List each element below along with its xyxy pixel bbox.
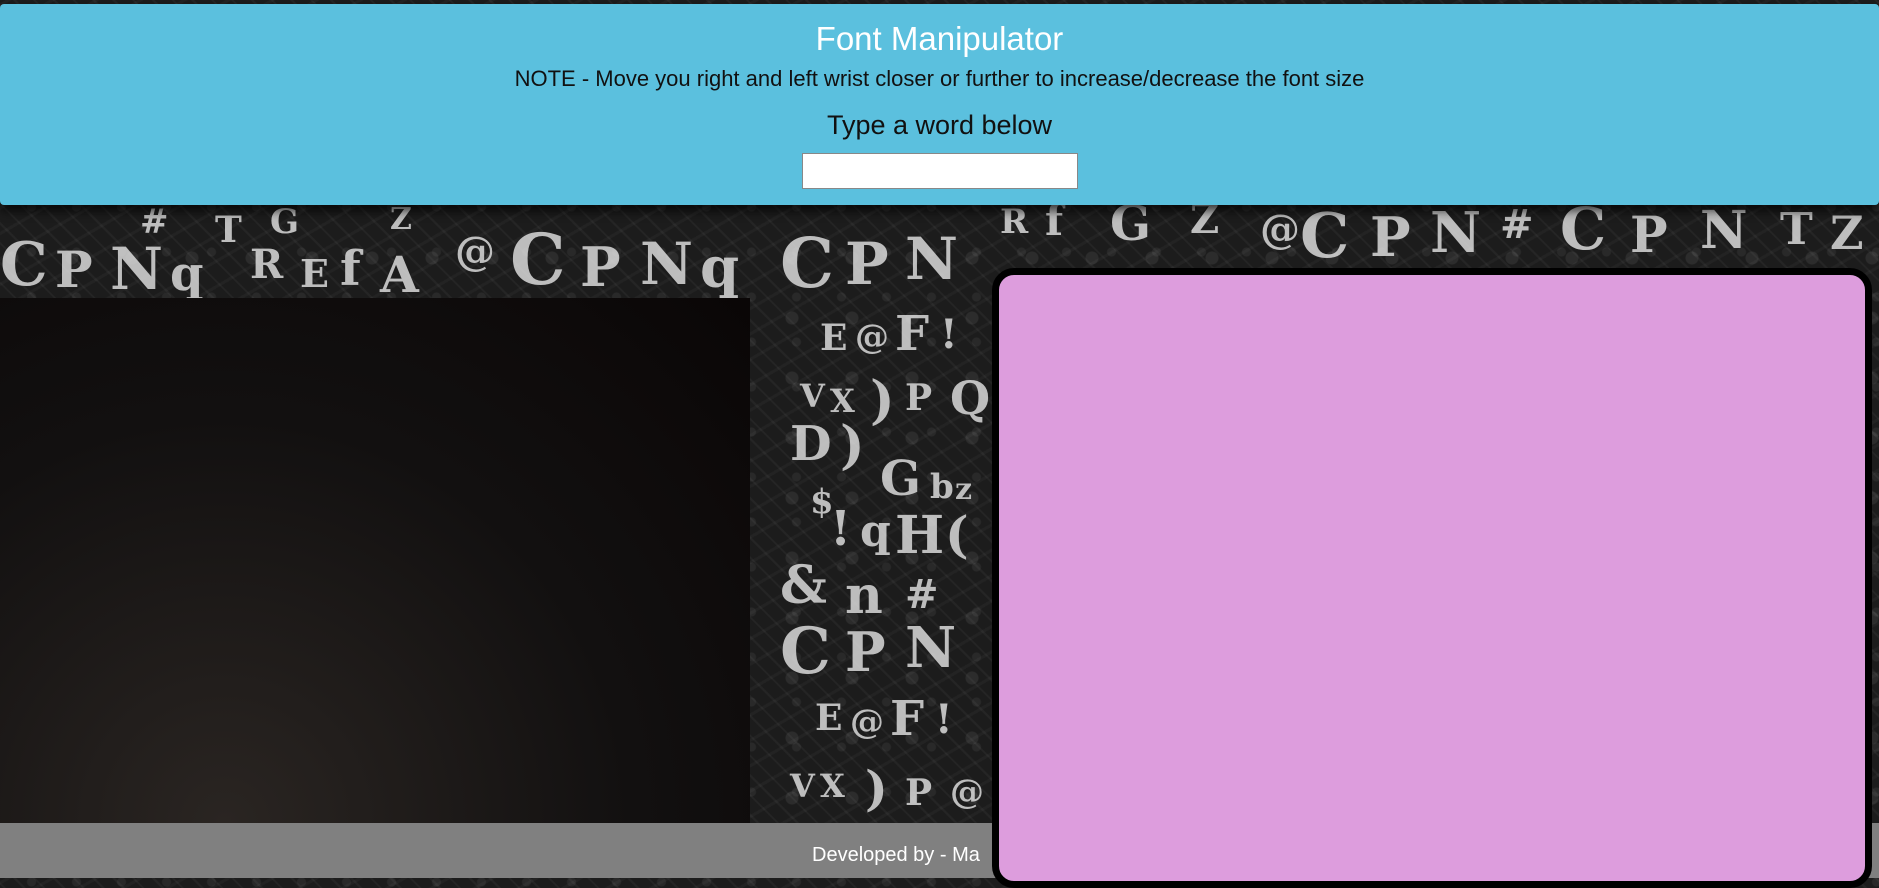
font-display-canvas[interactable] <box>992 268 1872 888</box>
page-title: Font Manipulator <box>815 20 1064 57</box>
instruction-note: NOTE - Move you right and left wrist clo… <box>514 66 1365 91</box>
webcam-video-feed <box>0 298 750 823</box>
input-prompt: Type a word below <box>826 110 1053 140</box>
app-header: Font Manipulator NOTE - Move you right a… <box>0 4 1879 205</box>
word-input[interactable] <box>801 153 1078 189</box>
footer-credit: Developed by - Ma <box>812 844 980 866</box>
